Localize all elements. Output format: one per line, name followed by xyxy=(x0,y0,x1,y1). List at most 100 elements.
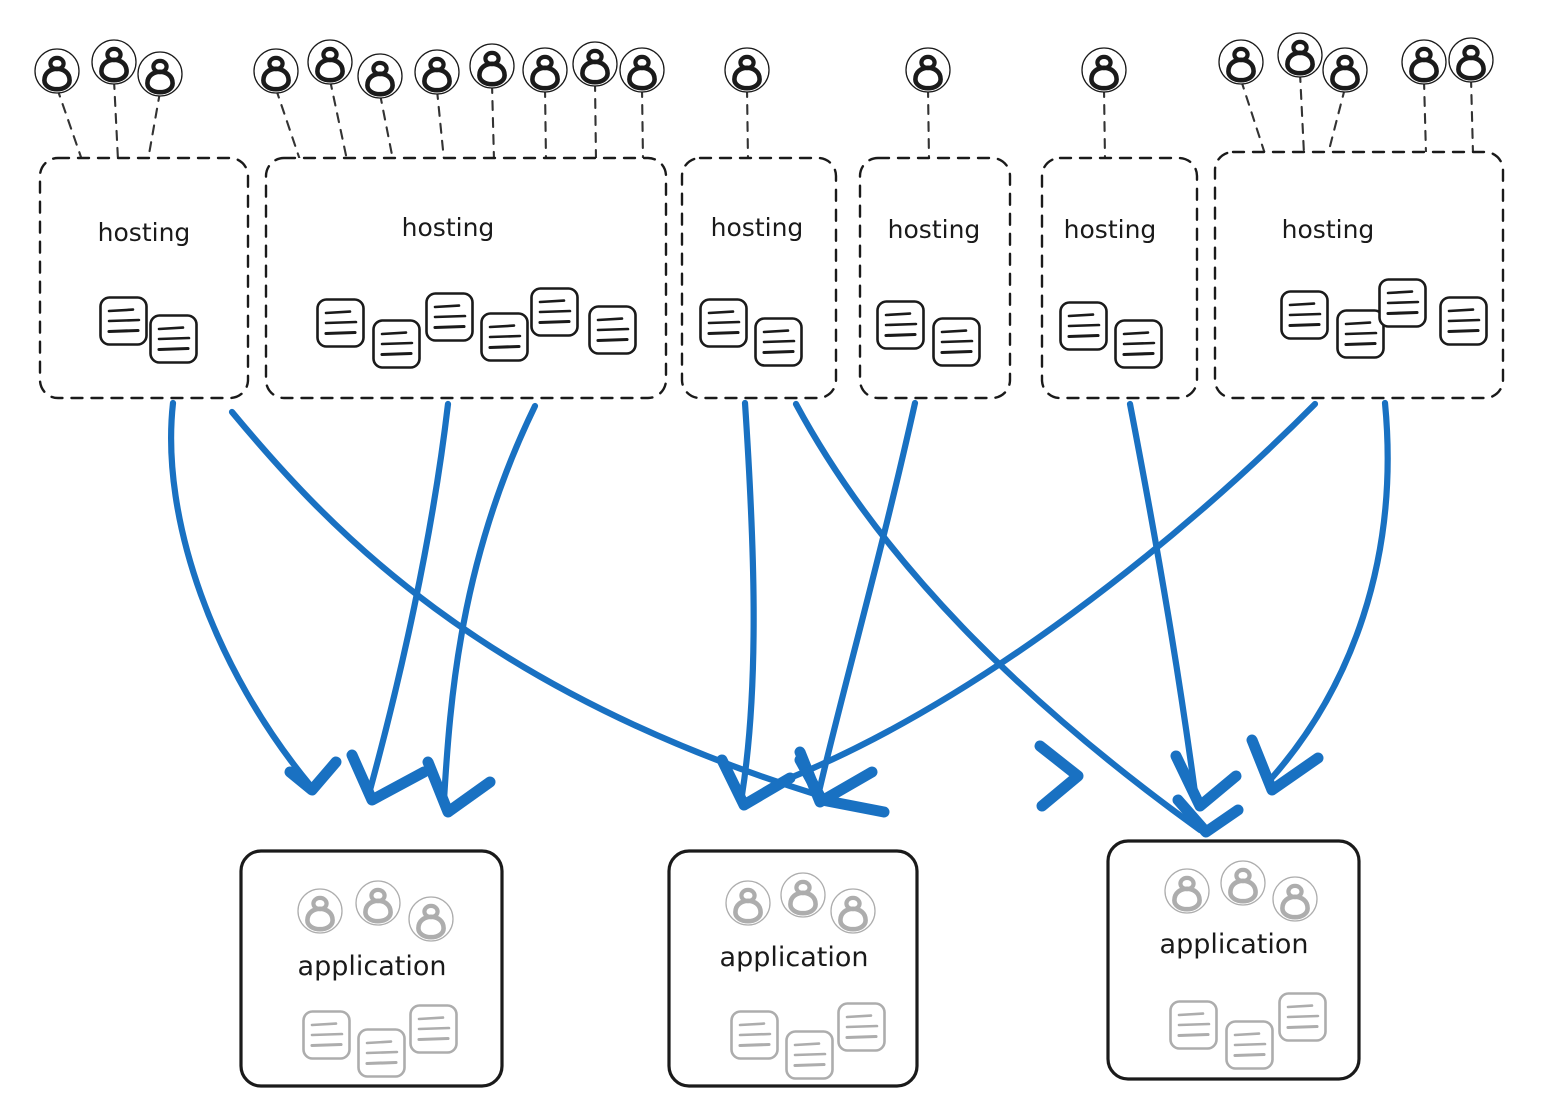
document-card-icon xyxy=(1168,999,1219,1051)
flow-arrow-head xyxy=(1034,740,1084,812)
user-avatar-icon[interactable] xyxy=(573,42,617,86)
document-card-icon xyxy=(753,316,804,368)
arrow-h1-a1 xyxy=(168,399,342,796)
hosting-user-cluster xyxy=(1219,33,1493,92)
document-card-icon xyxy=(1438,295,1489,347)
hosting-box-1[interactable]: hosting xyxy=(38,156,250,400)
flow-arrow-head xyxy=(1170,750,1242,812)
user-avatar-icon[interactable] xyxy=(138,52,182,96)
user-link-line xyxy=(274,87,302,162)
user-avatar-icon[interactable] xyxy=(254,49,298,93)
user-link-line xyxy=(55,86,84,162)
application-1[interactable]: application xyxy=(239,849,504,1088)
arrow-h6-a3 xyxy=(1246,399,1391,796)
flow-arrow-shaft xyxy=(168,399,314,789)
document-card-icon xyxy=(784,1029,835,1081)
user-link-line xyxy=(328,78,349,162)
user-avatar-icon[interactable] xyxy=(1082,48,1126,92)
arrow-h2-a1 xyxy=(346,400,452,806)
hosting-user-cluster xyxy=(906,48,950,92)
hosting-box-6[interactable]: hosting xyxy=(1213,150,1505,400)
document-card-icon xyxy=(875,299,926,351)
user-avatar-icon xyxy=(1221,861,1265,905)
document-card-icon xyxy=(98,295,149,347)
user-avatar-icon[interactable] xyxy=(92,40,136,84)
document-card-icon xyxy=(729,1009,780,1061)
arrow-h2-a1b xyxy=(422,402,539,818)
user-link-line xyxy=(640,86,645,162)
document-card-icon xyxy=(1377,277,1428,329)
user-avatar-icon xyxy=(831,889,875,933)
hosting-label: hosting xyxy=(888,215,981,244)
document-card-icon xyxy=(698,297,749,349)
application-label: application xyxy=(298,951,447,982)
arrow-h4-a2 xyxy=(794,399,919,808)
hosting-box-outline xyxy=(264,156,668,400)
flow-arrow-shaft xyxy=(738,399,757,799)
hosting-user-layer xyxy=(35,33,1493,98)
diagram-canvas: hosting hosting hosting hosting hosting hosti… xyxy=(0,0,1558,1118)
document-card-icon xyxy=(587,304,638,356)
user-link-line xyxy=(146,90,162,162)
document-card-icon xyxy=(148,313,199,365)
hosting-user-cluster xyxy=(254,40,664,98)
user-avatar-icon xyxy=(409,897,453,941)
user-avatar-icon xyxy=(1165,869,1209,913)
user-avatar-icon[interactable] xyxy=(523,48,567,92)
user-link-line xyxy=(1326,86,1347,156)
application-2[interactable]: application xyxy=(667,849,919,1088)
hosting-box-5[interactable]: hosting xyxy=(1040,156,1199,400)
user-link-line xyxy=(745,86,750,162)
document-card-icon xyxy=(408,1003,459,1055)
user-avatar-icon[interactable] xyxy=(620,48,664,92)
flow-arrow-shaft xyxy=(1266,399,1391,784)
user-avatar-icon[interactable] xyxy=(906,48,950,92)
document-card-icon xyxy=(1224,1019,1275,1071)
user-avatar-icon[interactable] xyxy=(470,44,514,88)
user-avatar-icon[interactable] xyxy=(1449,38,1493,82)
hosting-label: hosting xyxy=(1064,215,1157,244)
user-link-line xyxy=(490,82,496,162)
document-card-icon xyxy=(529,286,580,338)
user-avatar-icon xyxy=(726,881,770,925)
hosting-label: hosting xyxy=(1282,215,1375,244)
hosting-box-3[interactable]: hosting xyxy=(680,156,838,400)
user-avatar-icon[interactable] xyxy=(358,54,402,98)
user-link-line xyxy=(112,78,120,162)
user-avatar-icon[interactable] xyxy=(1219,40,1263,84)
arrow-h3-a2 xyxy=(716,399,796,811)
user-avatar-icon[interactable] xyxy=(725,48,769,92)
document-card-icon xyxy=(301,1009,352,1061)
user-link-line xyxy=(1469,76,1475,156)
hosting-box-4[interactable]: hosting xyxy=(858,156,1012,400)
user-avatar-icon xyxy=(781,873,825,917)
hosting-box-outline xyxy=(1213,150,1505,400)
user-link-line xyxy=(1298,71,1306,156)
document-card-icon xyxy=(424,291,475,343)
user-avatar-icon[interactable] xyxy=(415,50,459,94)
application-label: application xyxy=(720,942,869,973)
document-card-icon xyxy=(1335,308,1386,360)
user-avatar-icon[interactable] xyxy=(1278,33,1322,77)
arrow-h1-a1b xyxy=(228,408,890,818)
hosting-box-2[interactable]: hosting xyxy=(264,156,668,400)
user-avatar-icon[interactable] xyxy=(1323,48,1367,92)
flow-arrow-shaft xyxy=(366,400,452,794)
user-link-line xyxy=(593,80,598,162)
application-label: application xyxy=(1160,929,1309,960)
diagram-svg: hosting hosting hosting hosting hosting hosti… xyxy=(0,0,1505,1088)
application-3[interactable]: application xyxy=(1106,839,1361,1081)
hosting-box-outline xyxy=(38,156,250,400)
document-card-icon xyxy=(356,1027,407,1079)
user-link-line xyxy=(926,86,931,162)
hosting-label: hosting xyxy=(98,218,191,247)
document-card-icon xyxy=(1113,318,1164,370)
document-card-icon xyxy=(1058,300,1109,352)
user-link-line xyxy=(1239,78,1267,156)
user-avatar-icon[interactable] xyxy=(35,49,79,93)
user-avatar-icon[interactable] xyxy=(1402,40,1446,84)
hosting-user-cluster xyxy=(1082,48,1126,92)
document-card-icon xyxy=(836,1001,887,1053)
user-avatar-icon[interactable] xyxy=(308,40,352,84)
user-link-line xyxy=(435,88,446,162)
